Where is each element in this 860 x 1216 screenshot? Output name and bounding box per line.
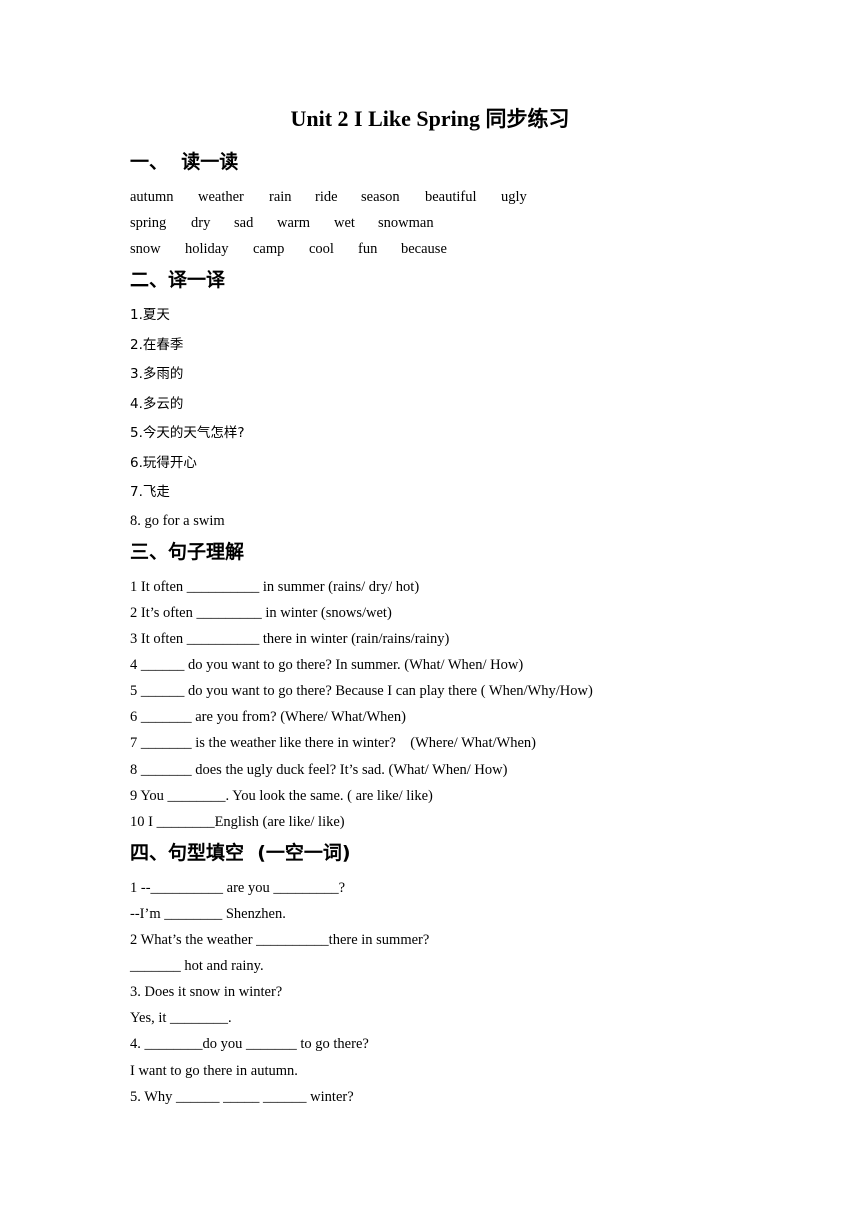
vocab-word: fun <box>358 241 378 257</box>
translate-item: 2.在春季 <box>130 335 183 355</box>
vocab-word: camp <box>253 241 285 257</box>
vocab-word: sad <box>234 215 254 231</box>
comprehension-item: 7 _______ is the weather like there in w… <box>130 735 536 751</box>
translate-item-text: 6.玩得开心 <box>130 455 197 471</box>
section1-heading: 一、 读一读 <box>130 151 239 173</box>
comprehension-item: 4 ______ do you want to go there? In sum… <box>130 657 524 673</box>
fill-in-item: 1 --__________ are you _________? <box>130 880 346 896</box>
vocab-word: snowman <box>378 215 434 231</box>
translate-item: 1.夏天 <box>130 305 170 325</box>
translate-item: 7.飞走 <box>130 482 170 502</box>
vocab-word: season <box>361 189 400 205</box>
translate-item: 4.多云的 <box>130 394 183 414</box>
fill-in-item: 4. ________do you _______ to go there? <box>130 1036 369 1052</box>
vocab-word: cool <box>309 241 334 257</box>
translate-item: 3.多雨的 <box>130 364 183 384</box>
document-title: Unit 2 I Like Spring 同步练习 <box>0 104 860 134</box>
document-page: Unit 2 I Like Spring 同步练习 一、 读一读 autumn … <box>0 0 860 1216</box>
section3-heading: 三、句子理解 <box>130 541 245 563</box>
vocab-word: rain <box>269 189 292 205</box>
fill-in-item: 5. Why ______ _____ ______ winter? <box>130 1089 354 1105</box>
fill-in-item: 2 What’s the weather __________there in … <box>130 932 430 948</box>
translate-item-text: 3.多雨的 <box>130 366 184 382</box>
vocab-word: beautiful <box>425 189 477 205</box>
fill-in-item: --I’m ________ Shenzhen. <box>130 906 286 922</box>
comprehension-item: 6 _______ are you from? (Where/ What/Whe… <box>130 709 406 725</box>
comprehension-item: 5 ______ do you want to go there? Becaus… <box>130 683 593 699</box>
vocab-word: snow <box>130 241 161 257</box>
translate-item-text: 7.飞走 <box>130 484 170 500</box>
vocab-word: weather <box>198 189 244 205</box>
translate-item-text: 2.在春季 <box>130 337 184 353</box>
fill-in-item: _______ hot and rainy. <box>130 958 264 974</box>
document-title-english: Unit 2 I Like Spring <box>290 106 486 131</box>
comprehension-item: 2 It’s often _________ in winter (snows/… <box>130 605 392 621</box>
vocab-word: ride <box>315 189 338 205</box>
vocab-word: ugly <box>501 189 527 205</box>
translate-item: 8. go for a swim <box>130 513 225 529</box>
translate-item-text: 5.今天的天气怎样? <box>130 425 245 441</box>
vocab-word: wet <box>334 215 355 231</box>
vocab-word: spring <box>130 215 167 231</box>
vocab-word: holiday <box>185 241 229 257</box>
translate-item-text: 1.夏天 <box>130 307 170 323</box>
document-title-chinese: 同步练习 <box>485 107 570 131</box>
vocab-word: warm <box>277 215 311 231</box>
comprehension-item: 1 It often __________ in summer (rains/ … <box>130 579 420 595</box>
translate-item: 6.玩得开心 <box>130 453 197 473</box>
comprehension-item: 10 I ________English (are like/ like) <box>130 814 345 830</box>
section2-heading: 二、译一译 <box>130 269 226 291</box>
comprehension-item: 8 _______ does the ugly duck feel? It’s … <box>130 762 508 778</box>
section4-heading: 四、句型填空 (一空一词) <box>130 842 351 864</box>
comprehension-item: 3 It often __________ there in winter (r… <box>130 631 450 647</box>
comprehension-item: 9 You ________. You look the same. ( are… <box>130 788 433 804</box>
translate-item-text: 4.多云的 <box>130 396 184 412</box>
fill-in-item: I want to go there in autumn. <box>130 1063 298 1079</box>
fill-in-item: Yes, it ________. <box>130 1010 232 1026</box>
fill-in-item: 3. Does it snow in winter? <box>130 984 283 1000</box>
vocab-word: autumn <box>130 189 174 205</box>
vocab-word: dry <box>191 215 211 231</box>
translate-item: 5.今天的天气怎样? <box>130 423 245 443</box>
vocab-word: because <box>401 241 447 257</box>
